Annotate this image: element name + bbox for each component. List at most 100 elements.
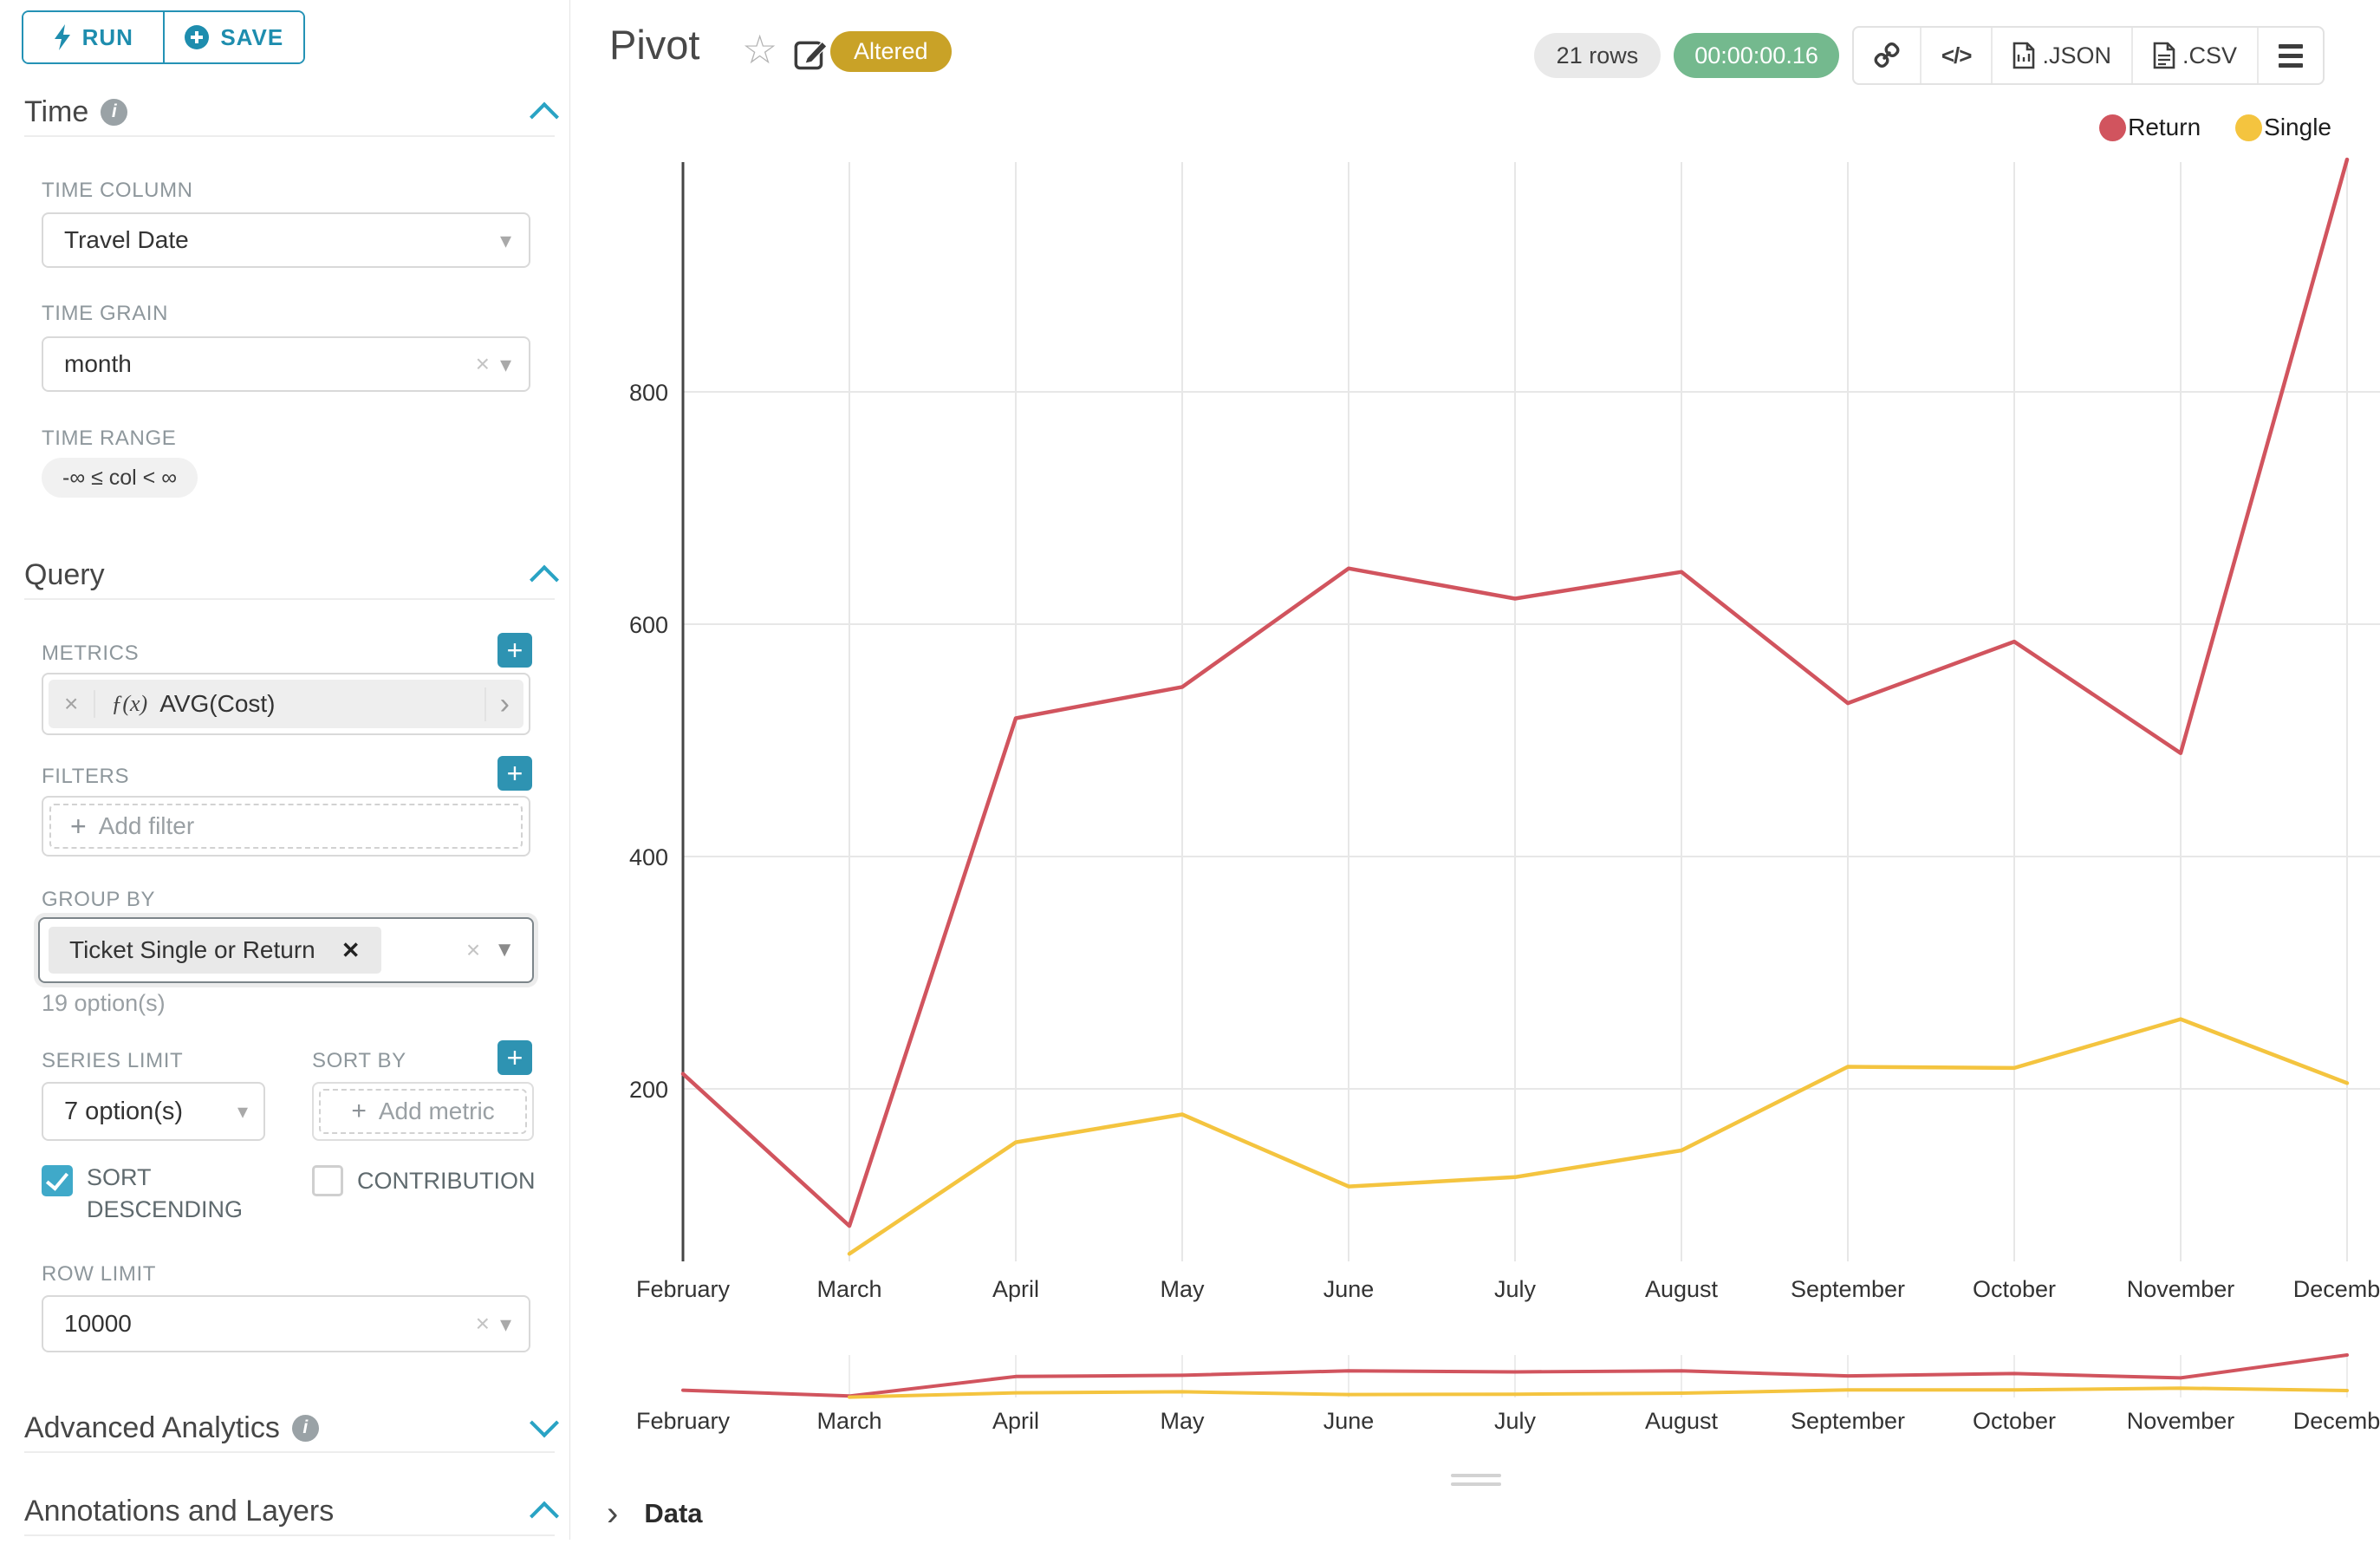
contribution-checkbox[interactable] bbox=[312, 1165, 343, 1196]
save-button[interactable]: SAVE bbox=[163, 12, 304, 62]
chevron-down-icon: ▾ bbox=[500, 351, 511, 378]
svg-text:February: February bbox=[636, 1408, 731, 1434]
svg-text:November: November bbox=[2127, 1276, 2235, 1302]
time-range-pill[interactable]: -∞ ≤ col < ∞ bbox=[42, 458, 198, 498]
resize-handle[interactable] bbox=[1451, 1474, 1501, 1477]
svg-text:August: August bbox=[1645, 1276, 1719, 1302]
add-metric-button[interactable]: + bbox=[497, 633, 532, 668]
remove-chip-icon[interactable]: ✕ bbox=[341, 937, 361, 964]
svg-text:200: 200 bbox=[629, 1077, 668, 1103]
chart-panel: Pivot ☆ Altered 21 rows 00:00:00.16 bbox=[570, 0, 2380, 1540]
row-limit-value: 10000 bbox=[64, 1310, 132, 1338]
data-section-label: Data bbox=[644, 1498, 702, 1529]
section-annotations-header[interactable]: Annotations and Layers bbox=[24, 1488, 555, 1536]
chevron-down-icon: ▾ bbox=[500, 1311, 511, 1338]
add-sort-metric-dropzone[interactable]: + Add metric bbox=[319, 1089, 527, 1134]
section-advanced-analytics-title: Advanced Analytics bbox=[24, 1411, 280, 1445]
sort-by-box: + Add metric bbox=[312, 1082, 534, 1141]
section-time-header[interactable]: Time i bbox=[24, 88, 555, 137]
remove-metric-icon[interactable]: × bbox=[49, 690, 95, 718]
svg-text:October: October bbox=[1973, 1408, 2056, 1434]
add-metric-label: Add metric bbox=[379, 1098, 495, 1125]
add-filter-dropzone[interactable]: + Add filter bbox=[49, 804, 523, 849]
chevron-down-icon: ▾ bbox=[500, 227, 511, 254]
data-section-toggle[interactable]: › Data bbox=[607, 1496, 703, 1531]
sort-descending-label: SORT DESCENDING bbox=[87, 1162, 251, 1226]
filters-label: FILTERS bbox=[42, 765, 129, 789]
svg-text:July: July bbox=[1494, 1276, 1537, 1302]
time-range-value: -∞ ≤ col < ∞ bbox=[62, 466, 177, 491]
run-label: RUN bbox=[82, 24, 133, 51]
sort-by-label: SORT BY bbox=[312, 1049, 406, 1073]
svg-text:April: April bbox=[992, 1276, 1039, 1302]
save-label: SAVE bbox=[220, 24, 283, 51]
run-button[interactable]: RUN bbox=[23, 12, 163, 62]
chevron-down-icon: ▾ bbox=[237, 1099, 248, 1124]
section-time-title: Time bbox=[24, 95, 88, 129]
time-grain-select[interactable]: month × ▾ bbox=[42, 336, 530, 392]
plus-circle-icon bbox=[184, 24, 210, 50]
info-icon: i bbox=[101, 99, 127, 126]
section-query-header[interactable]: Query bbox=[24, 551, 555, 600]
time-grain-value: month bbox=[64, 350, 132, 378]
metrics-label: METRICS bbox=[42, 642, 139, 666]
svg-text:February: February bbox=[636, 1276, 731, 1302]
control-panel: RUN SAVE Time i TIME COLUMN Travel Date … bbox=[0, 0, 570, 1540]
group-by-select[interactable]: Ticket Single or Return ✕ × ▼ bbox=[38, 917, 534, 983]
svg-text:December: December bbox=[2293, 1276, 2380, 1302]
section-query-title: Query bbox=[24, 558, 105, 592]
fx-icon: ƒ(x) bbox=[111, 691, 147, 717]
clear-icon[interactable]: × bbox=[466, 936, 480, 964]
section-annotations-title: Annotations and Layers bbox=[24, 1495, 334, 1528]
sort-descending-checkbox[interactable] bbox=[42, 1165, 73, 1196]
svg-text:600: 600 bbox=[629, 612, 668, 638]
chevron-up-icon[interactable] bbox=[530, 565, 559, 595]
svg-text:May: May bbox=[1160, 1276, 1205, 1302]
metric-chip-label: AVG(Cost) bbox=[159, 690, 275, 718]
clear-icon[interactable]: × bbox=[476, 1310, 490, 1338]
svg-text:800: 800 bbox=[629, 380, 668, 406]
metrics-box: × ƒ(x) AVG(Cost) › bbox=[42, 673, 530, 735]
svg-text:July: July bbox=[1494, 1408, 1537, 1434]
clear-icon[interactable]: × bbox=[476, 350, 490, 378]
svg-text:March: March bbox=[816, 1408, 881, 1434]
metric-chip[interactable]: × ƒ(x) AVG(Cost) › bbox=[49, 680, 523, 728]
add-filter-label: Add filter bbox=[99, 812, 195, 840]
chevron-down-icon[interactable] bbox=[530, 1408, 559, 1437]
svg-text:March: March bbox=[816, 1276, 881, 1302]
svg-text:April: April bbox=[992, 1408, 1039, 1434]
group-by-options-hint: 19 option(s) bbox=[42, 990, 166, 1017]
chevron-up-icon[interactable] bbox=[530, 1502, 559, 1531]
line-chart-canvas[interactable]: 200 400 600 800 February February March March Ap… bbox=[570, 0, 2380, 1540]
svg-text:December: December bbox=[2293, 1408, 2380, 1434]
contribution-label: CONTRIBUTION bbox=[357, 1165, 536, 1197]
lightning-icon bbox=[53, 23, 72, 51]
time-column-label: TIME COLUMN bbox=[42, 179, 193, 203]
add-sort-metric-button[interactable]: + bbox=[497, 1040, 532, 1075]
run-save-group: RUN SAVE bbox=[22, 10, 305, 64]
svg-text:400: 400 bbox=[629, 844, 668, 870]
svg-text:September: September bbox=[1791, 1276, 1905, 1302]
chevron-right-icon[interactable]: › bbox=[484, 687, 523, 721]
plus-icon: + bbox=[351, 1097, 367, 1126]
svg-text:June: June bbox=[1323, 1276, 1375, 1302]
resize-handle[interactable] bbox=[1451, 1482, 1501, 1486]
time-column-value: Travel Date bbox=[64, 226, 189, 254]
section-advanced-analytics-header[interactable]: Advanced Analytics i bbox=[24, 1404, 555, 1453]
group-by-chip-label: Ticket Single or Return bbox=[69, 936, 315, 964]
row-limit-select[interactable]: 10000 × ▾ bbox=[42, 1295, 530, 1352]
svg-text:October: October bbox=[1973, 1276, 2056, 1302]
row-limit-label: ROW LIMIT bbox=[42, 1262, 156, 1287]
time-column-select[interactable]: Travel Date × ▾ bbox=[42, 212, 530, 268]
plus-icon: + bbox=[70, 811, 87, 843]
svg-text:May: May bbox=[1160, 1408, 1205, 1434]
add-filter-button[interactable]: + bbox=[497, 756, 532, 791]
series-limit-select[interactable]: 7 option(s) ▾ bbox=[42, 1082, 265, 1141]
time-grain-label: TIME GRAIN bbox=[42, 302, 168, 326]
group-by-label: GROUP BY bbox=[42, 888, 155, 912]
svg-text:August: August bbox=[1645, 1408, 1719, 1434]
group-by-chip[interactable]: Ticket Single or Return ✕ bbox=[49, 927, 381, 974]
series-limit-label: SERIES LIMIT bbox=[42, 1049, 183, 1073]
svg-text:September: September bbox=[1791, 1408, 1905, 1434]
chevron-up-icon[interactable] bbox=[530, 102, 559, 132]
